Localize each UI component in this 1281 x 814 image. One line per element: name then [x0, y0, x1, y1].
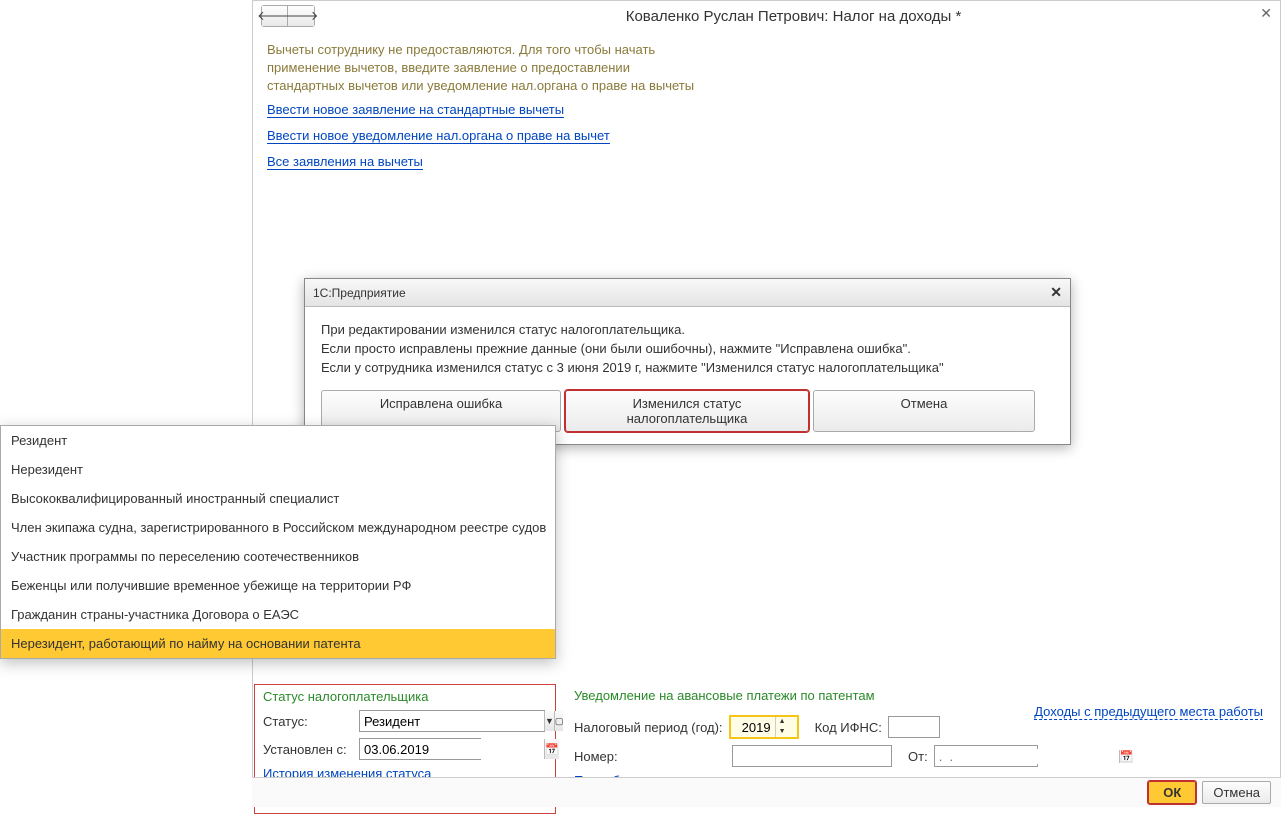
status-combo[interactable]: ▼ ▢ [359, 710, 545, 732]
dialog-line1: При редактировании изменился статус нало… [321, 321, 1054, 340]
calendar-icon[interactable]: 📅 [544, 739, 559, 759]
combo-open-icon[interactable]: ▢ [554, 711, 564, 731]
year-input[interactable] [731, 720, 775, 735]
combo-dropdown-icon[interactable]: ▼ [544, 711, 554, 731]
dd-item-resettlement[interactable]: Участник программы по переселению соотеч… [1, 542, 555, 571]
dialog-body: При редактировании изменился статус нало… [305, 307, 1070, 444]
status-group-title: Статус налогоплательщика [263, 689, 428, 704]
dialog-line3: Если у сотрудника изменился статус с 3 и… [321, 359, 1054, 378]
dialog-message: При редактировании изменился статус нало… [321, 321, 1054, 378]
date-set-label: Установлен с: [263, 742, 353, 757]
forward-button[interactable]: 🡒 [288, 6, 314, 26]
confirmation-dialog: 1С:Предприятие ✕ При редактировании изме… [304, 278, 1071, 445]
footer: ОК Отмена [252, 777, 1281, 807]
dd-item-patent[interactable]: Нерезидент, работающий по найму на основ… [1, 629, 555, 658]
number-input[interactable] [732, 745, 892, 767]
nav-buttons: 🡐 🡒 [261, 5, 315, 27]
info-text: Вычеты сотруднику не предоставляются. Дл… [267, 41, 697, 96]
status-dropdown-list: Резидент Нерезидент Высококвалифицирован… [0, 425, 556, 659]
link-new-notice[interactable]: Ввести новое уведомление нал.органа о пр… [267, 128, 610, 144]
dialog-titlebar: 1С:Предприятие ✕ [305, 279, 1070, 307]
year-field[interactable]: ▲▼ [729, 715, 799, 739]
date-set-input[interactable] [360, 739, 544, 759]
from-label: От: [908, 749, 928, 764]
from-date-input[interactable] [935, 749, 1119, 764]
ifns-label: Код ИФНС: [815, 720, 882, 735]
content-area: Вычеты сотруднику не предоставляются. Дл… [253, 31, 1280, 190]
footer-cancel-button[interactable]: Отмена [1202, 781, 1271, 804]
dd-item-refugee[interactable]: Беженцы или получившие временное убежище… [1, 571, 555, 600]
number-label: Номер: [574, 749, 624, 764]
notice-group-title: Уведомление на авансовые платежи по пате… [574, 688, 875, 703]
link-all-requests[interactable]: Все заявления на вычеты [267, 154, 423, 170]
spin-down-icon[interactable]: ▼ [775, 727, 789, 737]
dd-item-ship-crew[interactable]: Член экипажа судна, зарегистрированного … [1, 513, 555, 542]
period-label: Налоговый период (год): [574, 720, 723, 735]
from-date-field[interactable]: 📅 [934, 745, 1038, 767]
dialog-title-text: 1С:Предприятие [313, 286, 406, 300]
dd-item-eaeu[interactable]: Гражданин страны-участника Договора о ЕА… [1, 600, 555, 629]
prev-income-link[interactable]: Доходы с предыдущего места работы [1034, 704, 1263, 720]
link-new-standard[interactable]: Ввести новое заявление на стандартные вы… [267, 102, 564, 118]
close-icon[interactable]: ✕ [1260, 5, 1272, 22]
dialog-close-icon[interactable]: ✕ [1050, 284, 1062, 301]
status-input[interactable] [360, 711, 544, 731]
dialog-cancel-button[interactable]: Отмена [813, 390, 1035, 432]
spin-up-icon[interactable]: ▲ [775, 717, 789, 727]
year-spinner[interactable]: ▲▼ [775, 717, 789, 737]
window-title: Коваленко Руслан Петрович: Налог на дохо… [315, 8, 1272, 25]
dd-item-nonresident[interactable]: Нерезидент [1, 455, 555, 484]
from-calendar-icon[interactable]: 📅 [1119, 750, 1134, 763]
status-changed-button[interactable]: Изменился статус налогоплательщика [565, 390, 809, 432]
date-set-field[interactable]: 📅 [359, 738, 481, 760]
ifns-input[interactable] [888, 716, 940, 738]
titlebar: 🡐 🡒 Коваленко Руслан Петрович: Налог на … [253, 1, 1280, 31]
dialog-line2: Если просто исправлены прежние данные (о… [321, 340, 1054, 359]
dd-item-hq-specialist[interactable]: Высококвалифицированный иностранный спец… [1, 484, 555, 513]
dd-item-resident[interactable]: Резидент [1, 426, 555, 455]
status-label: Статус: [263, 714, 353, 729]
ok-button[interactable]: ОК [1148, 781, 1196, 804]
